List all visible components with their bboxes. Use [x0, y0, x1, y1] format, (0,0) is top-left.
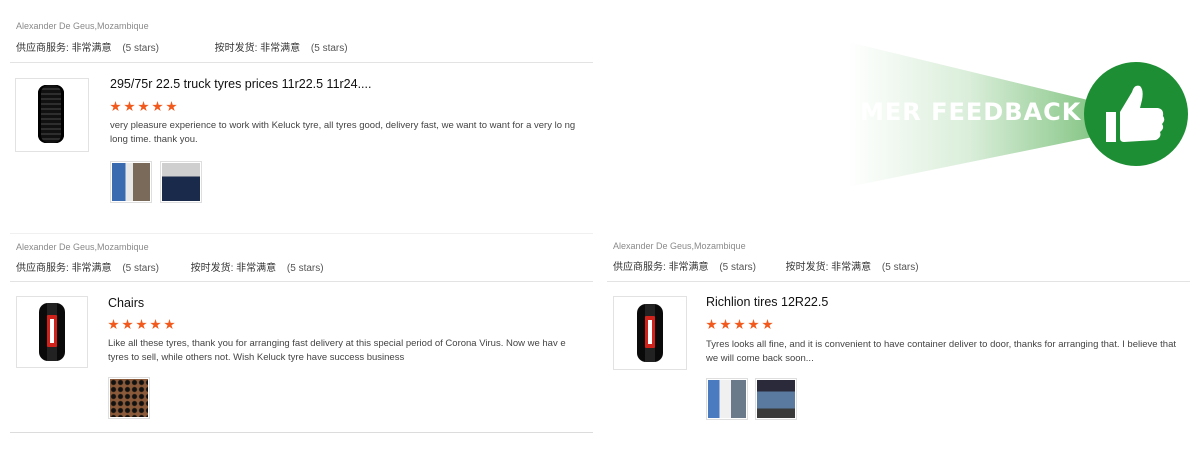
supplier-service-stars: (5 stars): [719, 262, 757, 273]
review-photo[interactable]: [706, 378, 748, 420]
review-photo[interactable]: [110, 161, 152, 203]
supplier-service-value: 非常满意: [71, 43, 112, 54]
shipment-stars: (5 stars): [881, 262, 919, 273]
product-thumbnail[interactable]: [15, 78, 89, 152]
review-photo[interactable]: [755, 378, 797, 420]
supplier-service-label: 供应商服务:: [16, 43, 69, 54]
product-thumbnail[interactable]: [613, 296, 687, 370]
star-rating: [108, 318, 178, 334]
supplier-service-value: 非常满意: [71, 263, 112, 274]
star-rating: [706, 318, 776, 334]
star-icon: [150, 319, 161, 330]
car-tire-icon: [39, 303, 65, 361]
supplier-service-rating: 供应商服务: 非常满意 (5 stars): [16, 259, 159, 274]
loading-photo: [162, 163, 200, 201]
thumbs-up-icon: [1106, 85, 1165, 142]
truck-tire-icon: [38, 85, 64, 143]
supplier-service-label: 供应商服务:: [16, 263, 69, 274]
star-icon: [734, 319, 745, 330]
product-title[interactable]: Chairs: [108, 296, 144, 310]
star-icon: [122, 319, 133, 330]
divider: [10, 233, 593, 234]
supplier-service-rating: 供应商服务: 非常满意 (5 stars): [16, 39, 159, 54]
star-icon: [720, 319, 731, 330]
divider: [10, 281, 593, 282]
star-icon: [124, 101, 135, 112]
supplier-service-label: 供应商服务:: [613, 262, 666, 273]
shipment-value: 非常满意: [831, 262, 872, 273]
supplier-service-stars: (5 stars): [122, 263, 160, 274]
shipment-value: 非常满意: [236, 263, 277, 274]
supplier-service-stars: (5 stars): [122, 43, 160, 54]
review-photo[interactable]: [108, 377, 150, 419]
product-title[interactable]: Richlion tires 12R22.5: [706, 295, 828, 309]
product-thumbnail[interactable]: [16, 296, 88, 368]
star-icon: [152, 101, 163, 112]
review-text: Like all these tyres, thank you for arra…: [108, 338, 566, 363]
delivery-photo: [757, 380, 795, 418]
feedback-banner-text: MER FEEDBACK: [860, 98, 1082, 126]
shipment-stars: (5 stars): [310, 43, 348, 54]
shipment-rating: 按时发货: 非常满意 (5 stars): [191, 259, 324, 274]
car-tire-icon: [637, 304, 663, 362]
review-text: Tyres looks all fine, and it is convenie…: [706, 339, 1176, 364]
supplier-service-rating: 供应商服务: 非常满意 (5 stars): [613, 258, 756, 273]
divider: [10, 432, 593, 433]
star-icon: [136, 319, 147, 330]
star-icon: [108, 319, 119, 330]
divider: [607, 281, 1190, 282]
star-icon: [138, 101, 149, 112]
review-text: very pleasure experience to work with Ke…: [110, 120, 576, 145]
rating-row: 供应商服务: 非常满意 (5 stars) 按时发货: 非常满意 (5 star…: [16, 39, 348, 54]
review-photo[interactable]: [160, 161, 202, 203]
rating-row: 供应商服务: 非常满意 (5 stars) 按时发货: 非常满意 (5 star…: [16, 259, 324, 274]
divider: [10, 62, 593, 63]
shipment-label: 按时发货:: [785, 262, 829, 273]
star-icon: [166, 101, 177, 112]
shipment-stars: (5 stars): [286, 263, 324, 274]
star-icon: [748, 319, 759, 330]
reviewer-name: Alexander De Geus,Mozambique: [16, 242, 149, 252]
star-rating: [110, 100, 180, 116]
rating-row: 供应商服务: 非常满意 (5 stars) 按时发货: 非常满意 (5 star…: [613, 258, 919, 273]
supplier-service-value: 非常满意: [668, 262, 709, 273]
star-icon: [110, 101, 121, 112]
reviewer-name: Alexander De Geus,Mozambique: [16, 21, 149, 31]
shipment-label: 按时发货:: [190, 263, 234, 274]
star-icon: [762, 319, 773, 330]
star-icon: [164, 319, 175, 330]
shipment-rating: 按时发货: 非常满意 (5 stars): [215, 39, 348, 54]
product-title[interactable]: 295/75r 22.5 truck tyres prices 11r22.5 …: [110, 77, 371, 91]
shipment-label: 按时发货:: [214, 43, 258, 54]
shipment-value: 非常满意: [260, 43, 301, 54]
star-icon: [706, 319, 717, 330]
container-photo: [708, 380, 746, 418]
reviewer-name: Alexander De Geus,Mozambique: [613, 241, 746, 251]
feedback-badge: [1084, 62, 1188, 166]
shipment-rating: 按时发货: 非常满意 (5 stars): [786, 258, 919, 273]
tire-stack-photo: [110, 379, 148, 417]
warehouse-photo: [112, 163, 150, 201]
